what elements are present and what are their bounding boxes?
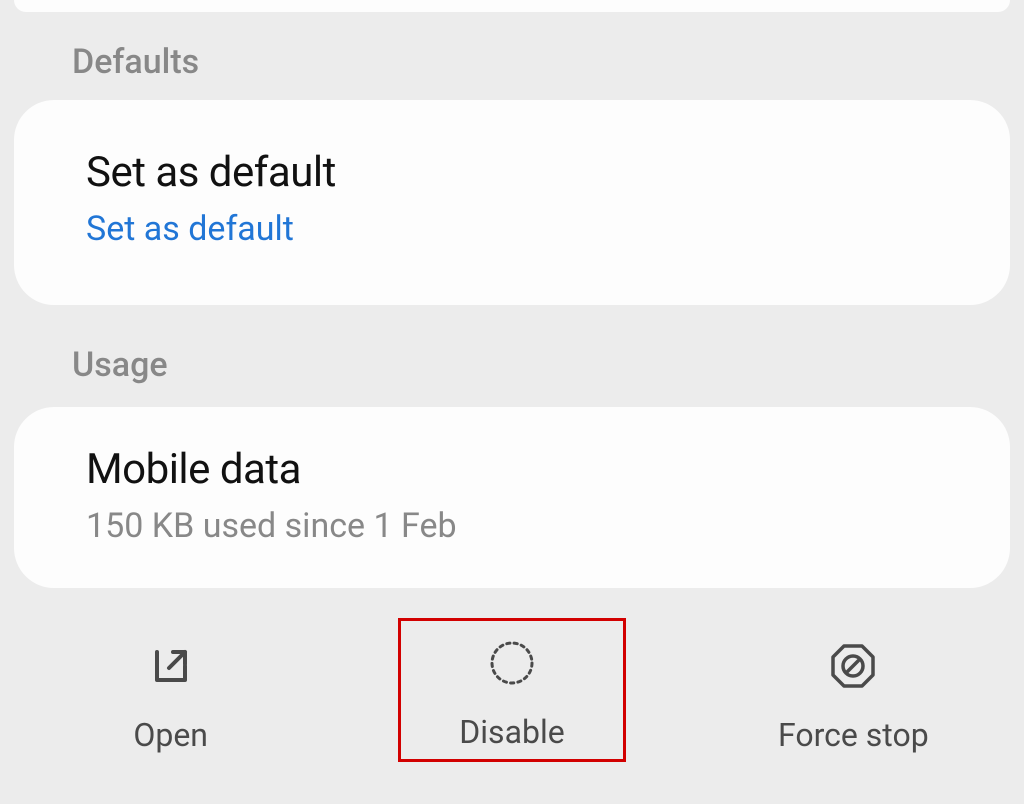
- open-button[interactable]: Open: [2, 640, 340, 754]
- disable-label: Disable: [459, 713, 564, 751]
- open-icon: [147, 640, 195, 692]
- force-stop-label: Force stop: [778, 716, 929, 754]
- set-as-default-row[interactable]: Set as default Set as default: [14, 100, 1010, 305]
- defaults-section-header: Defaults: [0, 42, 1024, 82]
- mobile-data-row[interactable]: Mobile data 150 KB used since 1 Feb: [14, 407, 1010, 588]
- disable-icon: [459, 637, 564, 689]
- set-as-default-title: Set as default: [86, 148, 938, 197]
- bottom-action-bar: Open Disable Force stop: [0, 618, 1024, 804]
- set-as-default-subtitle: Set as default: [86, 209, 938, 249]
- usage-section-header: Usage: [0, 345, 1024, 385]
- partial-card-top: [14, 0, 1010, 12]
- disable-highlight-box: Disable: [398, 618, 625, 762]
- force-stop-button[interactable]: Force stop: [684, 640, 1022, 754]
- mobile-data-subtitle: 150 KB used since 1 Feb: [86, 506, 938, 546]
- mobile-data-title: Mobile data: [86, 445, 938, 494]
- disable-button[interactable]: Disable: [343, 618, 681, 762]
- force-stop-icon: [830, 640, 876, 692]
- open-label: Open: [133, 716, 208, 754]
